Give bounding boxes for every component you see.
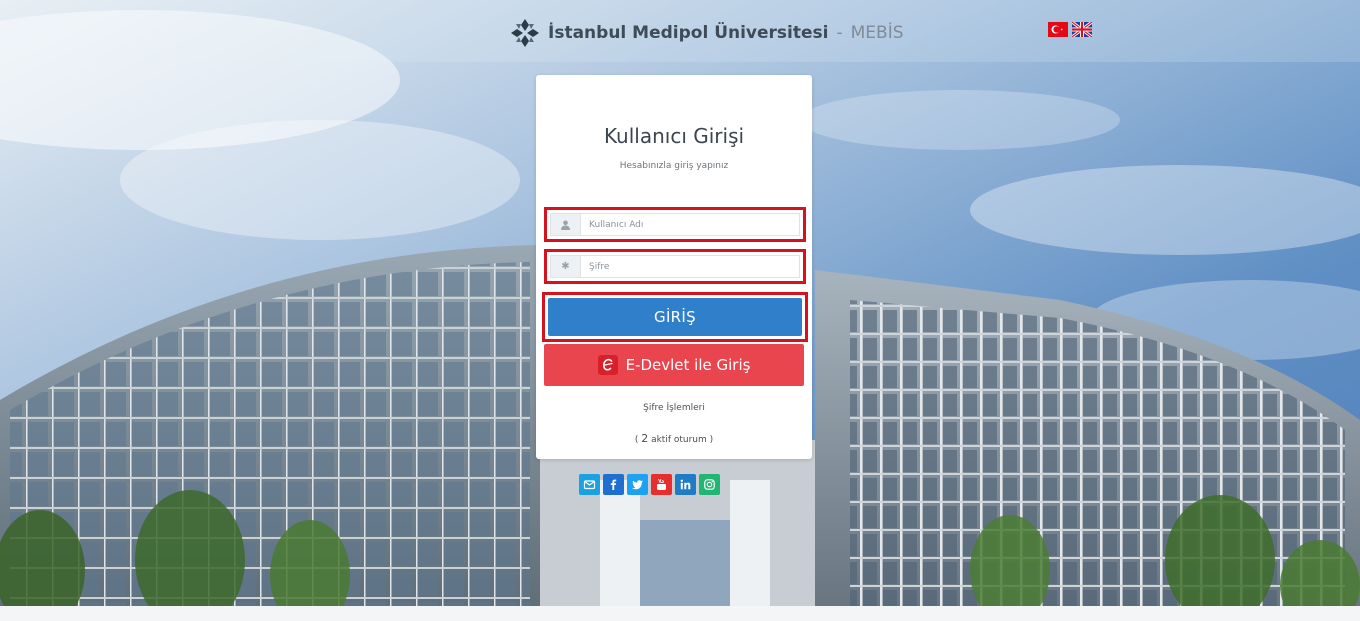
username-input[interactable] [581,214,799,235]
facebook-icon[interactable] [603,474,624,495]
login-button[interactable]: GİRİŞ [548,298,802,336]
sessions-text: aktif oturum ) [648,435,714,445]
active-sessions: ( 2 aktif oturum ) [536,432,812,445]
username-input-group [550,213,800,236]
envelope-icon[interactable] [579,474,600,495]
brand[interactable]: İstanbul Medipol Üniversitesi - MEBİS [510,18,904,48]
login-card: Kullanıcı Girişi Hesabınızla giriş yapın… [536,75,812,459]
turkey-flag-icon[interactable] [1048,22,1068,37]
edevlet-login-button[interactable]: E-Devlet ile Giriş [544,344,804,386]
login-subtitle: Hesabınızla giriş yapınız [619,161,729,171]
youtube-icon[interactable] [651,474,672,495]
social-links [579,474,720,495]
password-operations-link[interactable]: Şifre İşlemleri [536,403,812,413]
language-switcher [1048,22,1092,37]
login-button-highlight: GİRİŞ [542,292,808,342]
password-field-highlight: ✱ [544,249,806,284]
password-input-group: ✱ [550,255,800,278]
linkedin-icon[interactable] [675,474,696,495]
asterisk-icon: ✱ [551,256,581,277]
password-input[interactable] [581,256,799,277]
twitter-icon[interactable] [627,474,648,495]
app-name: MEBİS [850,23,904,43]
login-title: Kullanıcı Girişi [603,124,745,148]
top-bar: İstanbul Medipol Üniversitesi - MEBİS [0,0,1360,62]
brand-separator: - [836,23,843,43]
instagram-icon[interactable] [699,474,720,495]
medipol-logo-icon [511,19,539,47]
uk-flag-icon[interactable] [1072,22,1092,37]
user-icon [551,214,581,235]
username-field-highlight [544,207,806,242]
university-name: İstanbul Medipol Üniversitesi [548,23,829,43]
edevlet-logo-icon [597,355,618,375]
edevlet-button-label: E-Devlet ile Giriş [625,356,751,374]
